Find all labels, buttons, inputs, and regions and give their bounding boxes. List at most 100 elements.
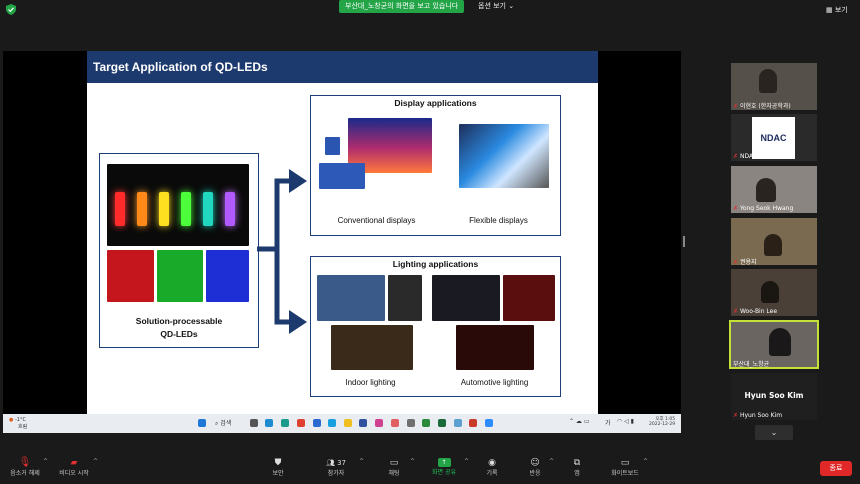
audio-options-chevron[interactable]: ^ (43, 458, 48, 465)
view-button[interactable]: ▦ 보기 (826, 5, 848, 15)
participant-tile[interactable]: ✗ 권용지 (731, 218, 817, 266)
video-options-chevron[interactable]: ^ (93, 458, 98, 465)
automotive-lighting-caption: Automotive lighting (460, 378, 529, 387)
app-icon[interactable] (313, 419, 321, 427)
participant-tile[interactable]: Hyun Soo Kim ✗ Hyun Soo Kim (731, 373, 817, 420)
avatar (764, 234, 782, 256)
security-button[interactable]: ⛊ 보안 (268, 458, 288, 477)
muted-mic-icon: ✗ (733, 259, 739, 266)
chevron-down-icon: ⌄ (508, 2, 515, 10)
scroll-down-button[interactable]: ⌄ (755, 425, 793, 440)
grid-icon: ▦ (826, 6, 833, 14)
app-icon[interactable] (375, 419, 383, 427)
app-icon[interactable] (391, 419, 399, 427)
muted-mic-icon: ✗ (733, 412, 739, 419)
panel-resize-handle[interactable] (683, 236, 685, 247)
video-off-icon: ▰ (70, 458, 78, 468)
app-icon[interactable] (454, 419, 462, 427)
edge-icon[interactable] (281, 419, 289, 427)
avatar (761, 281, 779, 303)
participant-name: 부산대_노창균 (733, 361, 770, 368)
view-options-button[interactable]: 옵션 보기 ⌄ (478, 1, 514, 11)
muted-mic-icon: ✗ (733, 308, 739, 315)
oled-panel-image (317, 275, 385, 321)
app-icon[interactable] (407, 419, 415, 427)
network-volume-icons[interactable]: ◠ ◁ ▮ (617, 418, 634, 425)
muted-mic-icon: ✗ (733, 205, 739, 212)
search-icon: ⌕ (215, 420, 219, 427)
apps-button[interactable]: ⧉ 앱 (567, 458, 587, 477)
record-button[interactable]: ◉ 기록 (482, 458, 502, 477)
avatar (769, 328, 791, 356)
lamp-image (388, 275, 422, 321)
taskbar-search[interactable]: ⌕ 검색 (215, 418, 231, 428)
participants-button[interactable]: 👥︎ 37 참가자 (322, 458, 350, 477)
meeting-toolbar: 🎙︎ 음소거 해제 ^ ▰ 비디오 시작 ^ ⛊ 보안 👥︎ 37 참가자 ^ … (0, 452, 860, 484)
participant-tile[interactable]: NDAC ✗ NDAC (731, 114, 817, 161)
shared-screen: Target Application of QD-LEDs Solution-p… (3, 51, 681, 433)
qdled-label-line2: QD-LEDs (160, 329, 198, 339)
participant-tile[interactable]: ✗ 이현호 (한자공학과) (731, 63, 817, 110)
whiteboard-button[interactable]: ▭ 화이트보드 (608, 458, 642, 477)
car-taillight-image (503, 275, 555, 321)
end-meeting-button[interactable]: 종료 (820, 461, 852, 476)
presentation-slide: Target Application of QD-LEDs Solution-p… (87, 51, 598, 414)
whiteboard-icon: ▭ (620, 458, 630, 468)
participant-count: 37 (337, 459, 347, 467)
participant-display-name: Hyun Soo Kim (744, 391, 804, 400)
reactions-button[interactable]: ☺ 반응 (525, 458, 545, 477)
weather-icon: ● (9, 417, 14, 423)
taskbar-clock[interactable]: 오후 1:05 2022-12-29 (649, 416, 675, 427)
chrome-icon[interactable] (297, 419, 305, 427)
branch-arrow (257, 169, 307, 334)
chat-button[interactable]: ▭ 채팅 (384, 458, 404, 477)
participant-name: 이현호 (한자공학과) (739, 103, 791, 110)
flexible-displays-caption: Flexible displays (469, 216, 528, 225)
participant-name: Yong Seok Hwang (739, 205, 794, 212)
windows-start-icon[interactable] (198, 419, 206, 427)
muted-microphone-icon: 🎙︎ (18, 457, 32, 468)
participants-options-chevron[interactable]: ^ (359, 458, 364, 465)
app-icon[interactable] (344, 419, 352, 427)
share-screen-icon: ↑ (437, 458, 451, 467)
shield-icon[interactable] (6, 4, 16, 15)
share-options-chevron[interactable]: ^ (464, 458, 469, 465)
display-applications-title: Display applications (394, 98, 477, 108)
flexible-display-image (459, 124, 549, 188)
app-icon[interactable] (359, 419, 367, 427)
participant-tile-active-speaker[interactable]: 부산대_노창균 (729, 320, 819, 369)
record-icon: ◉ (488, 458, 496, 468)
slide-header: Target Application of QD-LEDs (87, 51, 598, 83)
chat-options-chevron[interactable]: ^ (410, 458, 415, 465)
app-icon[interactable] (250, 419, 258, 427)
ndac-logo: NDAC (752, 117, 795, 159)
unmute-button[interactable]: 🎙︎ 음소거 해제 (8, 457, 42, 478)
app-icon[interactable] (422, 419, 430, 427)
tray-icons: ⌃ ☁ ▭ (569, 418, 590, 425)
participant-tile[interactable]: ✗ Woo-Bin Lee (731, 269, 817, 316)
participant-name: NDAC (739, 153, 758, 160)
share-screen-button[interactable]: ↑ 화면 공유 (428, 458, 460, 476)
app-icon[interactable] (328, 419, 336, 427)
app-icon[interactable] (265, 419, 273, 427)
participant-name: Hyun Soo Kim (739, 412, 783, 419)
green-led-image (157, 250, 203, 302)
top-bar: 부산대_노창균의 화면을 보고 있습니다 옵션 보기 ⌄ ▦ 보기 (0, 0, 860, 20)
muted-mic-icon: ✗ (733, 103, 739, 110)
start-video-button[interactable]: ▰ 비디오 시작 (56, 458, 92, 477)
app-icon[interactable] (469, 419, 477, 427)
reactions-options-chevron[interactable]: ^ (549, 458, 554, 465)
whiteboard-options-chevron[interactable]: ^ (643, 458, 648, 465)
lighting-applications-title: Lighting applications (392, 259, 479, 269)
participant-tile[interactable]: ✗ Yong Seok Hwang (731, 166, 817, 213)
qd-vials-image (107, 164, 249, 246)
weather-widget[interactable]: ● -1°C 흐림 (9, 417, 27, 430)
red-led-image (107, 250, 154, 302)
zoom-icon[interactable] (485, 419, 493, 427)
ime-indicator[interactable]: 가 (605, 418, 611, 427)
app-icon[interactable] (438, 419, 446, 427)
screen-share-banner: 부산대_노창균의 화면을 보고 있습니다 (339, 0, 465, 13)
slide-title: Target Application of QD-LEDs (93, 60, 268, 74)
indoor-lighting-image (331, 325, 413, 370)
participant-name: Woo-Bin Lee (739, 308, 778, 315)
